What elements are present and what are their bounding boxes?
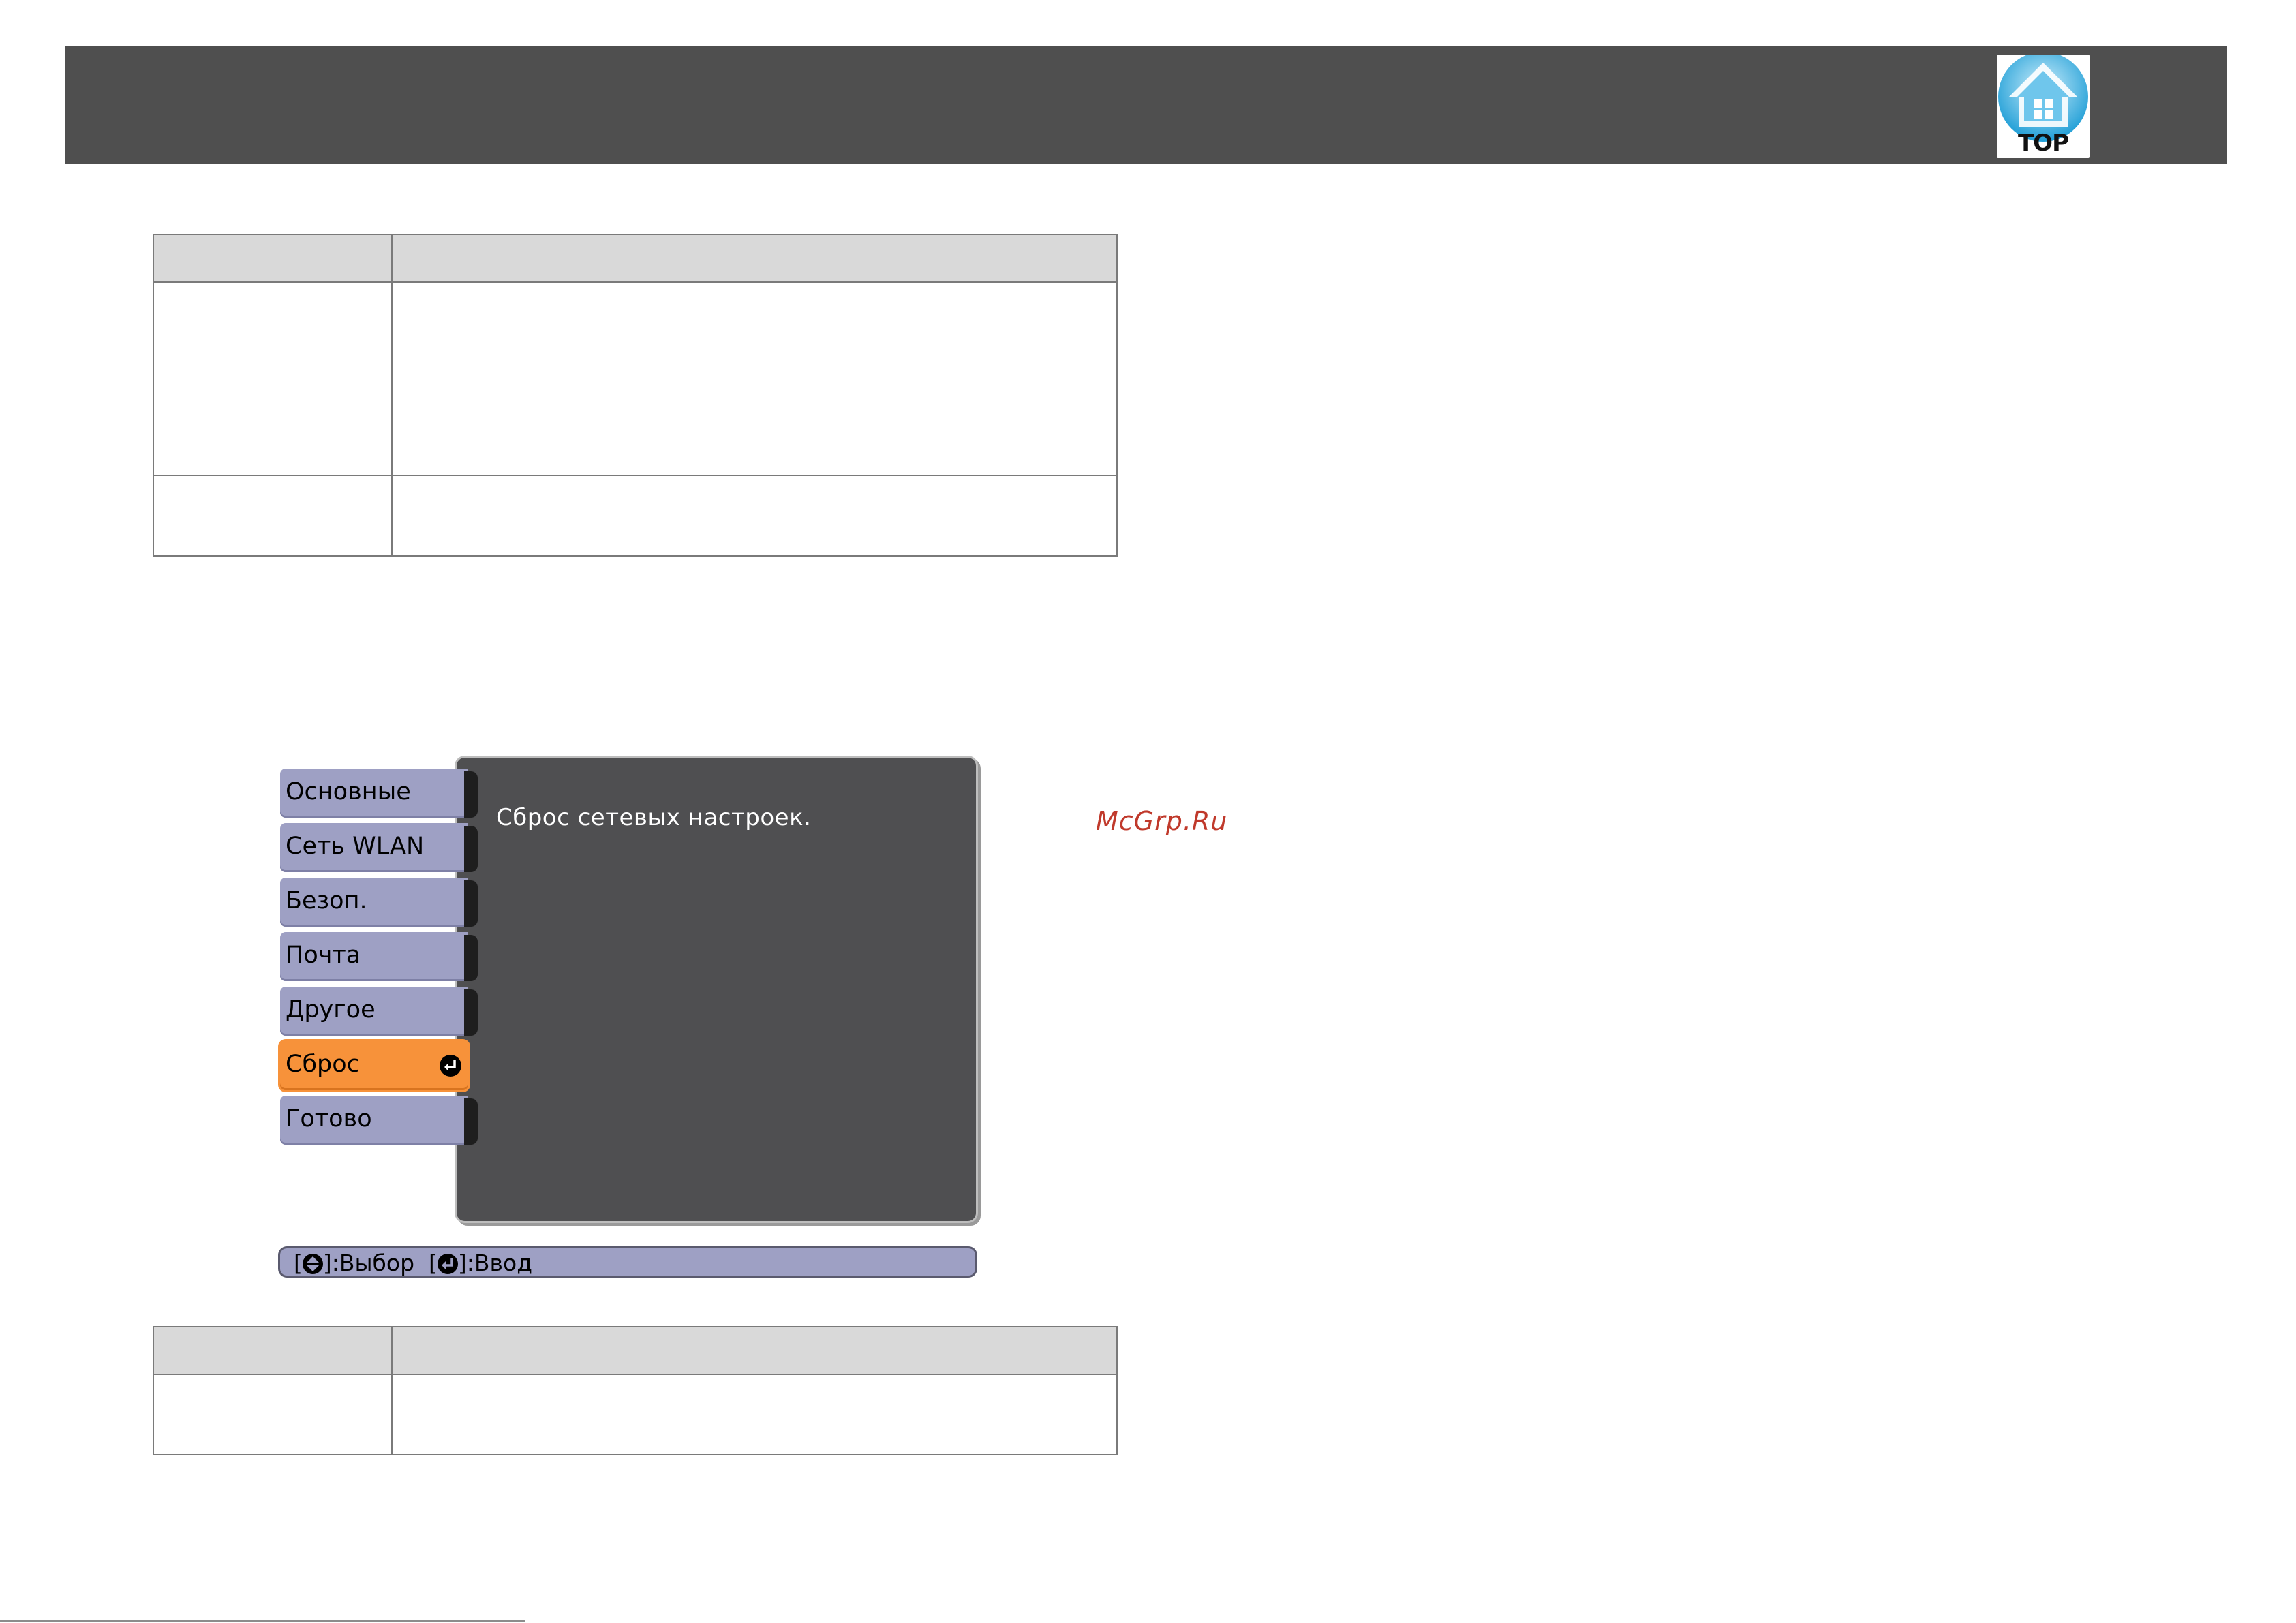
tab-edge (464, 935, 478, 981)
enter-icon (437, 1254, 458, 1274)
tab-label: Сброс (286, 1051, 360, 1078)
menu-description: Сброс сетевых настроек. (496, 804, 812, 831)
tab-wlan[interactable]: Сеть WLAN (280, 823, 478, 872)
watermark-text: McGrp.Ru (1096, 806, 1228, 836)
tab-label: Сеть WLAN (286, 833, 425, 860)
settings-table-top (153, 234, 1118, 557)
top-logo-label: TOP (2017, 129, 2069, 157)
tab-done[interactable]: Готово (280, 1096, 478, 1145)
table-header-cell (391, 1326, 1118, 1375)
status-bracket: [ (294, 1250, 303, 1276)
tab-edge (464, 989, 478, 1036)
tab-other[interactable]: Другое (280, 987, 478, 1036)
tab-security[interactable]: Безоп. (280, 878, 478, 927)
table-cell (153, 281, 393, 476)
tab-mail[interactable]: Почта (280, 932, 478, 981)
table-cell (391, 475, 1118, 557)
tab-edge (464, 826, 478, 872)
status-bar-text: [ ]:Выбор [ ]:Ввод (294, 1250, 532, 1276)
tab-label: Безоп. (286, 887, 367, 914)
table-row (153, 475, 1118, 557)
table-cell (391, 1374, 1118, 1455)
table-header-cell (391, 234, 1118, 283)
status-enter-label: ]:Ввод (457, 1250, 533, 1276)
status-bracket: [ (429, 1250, 438, 1276)
table-header-cell (153, 234, 393, 283)
table-row (153, 281, 1118, 476)
up-down-arrow-icon (302, 1254, 323, 1274)
tab-label: Готово (286, 1105, 372, 1132)
table-header-row (153, 234, 1118, 283)
tab-edge (464, 771, 478, 818)
tab-label: Почта (286, 942, 361, 969)
table-header-row (153, 1326, 1118, 1375)
tab-label: Другое (286, 996, 376, 1023)
footer-divider (0, 1620, 525, 1622)
table-cell (153, 1374, 393, 1455)
enter-icon (440, 1055, 461, 1077)
table-header-cell (153, 1326, 393, 1375)
tab-label: Основные (286, 778, 411, 805)
tab-edge (464, 1098, 478, 1145)
settings-table-bottom (153, 1326, 1118, 1455)
page-header-bar (65, 46, 2227, 164)
table-cell (153, 475, 393, 557)
tab-basic[interactable]: Основные (280, 769, 478, 818)
table-cell (391, 281, 1118, 476)
tab-reset[interactable]: Сброс (280, 1041, 468, 1090)
top-link-button[interactable]: TOP (1997, 55, 2090, 158)
table-row (153, 1374, 1118, 1455)
tab-edge (464, 880, 478, 927)
status-select-label: ]:Выбор (322, 1250, 415, 1276)
menu-status-bar: [ ]:Выбор [ ]:Ввод (280, 1248, 975, 1276)
